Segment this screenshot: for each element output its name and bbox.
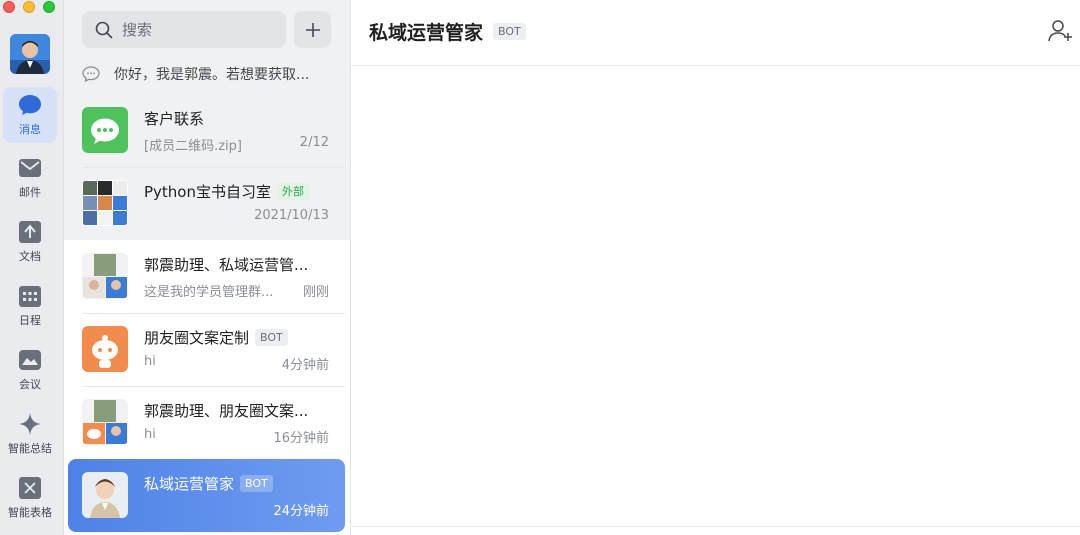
- nav-label: 会议: [19, 378, 41, 391]
- nav-label: 智能总结: [8, 442, 52, 455]
- search-icon: [95, 21, 113, 39]
- conversation-item[interactable]: 客户联系 [成员二维码.zip] 2/12: [68, 94, 345, 168]
- group-avatar: [82, 399, 128, 445]
- group-avatar: [82, 180, 128, 226]
- nav-item-smart-summary[interactable]: 智能总结: [3, 406, 57, 462]
- search-input[interactable]: 搜索: [122, 19, 152, 40]
- bot-avatar: [82, 472, 128, 518]
- conversation-item[interactable]: 郭震助理、私域运营管... 这是我的学员管理群... 刚刚: [68, 240, 345, 314]
- smart-table-icon: [18, 476, 42, 500]
- conversation-item-active[interactable]: 私域运营管家 BOT 24分钟前: [68, 459, 345, 532]
- nav-label: 日程: [19, 314, 41, 327]
- bot-avatar: [82, 326, 128, 372]
- message-icon: [18, 93, 42, 117]
- conversation-item[interactable]: 朋友圈文案定制 BOT hi 4分钟前: [68, 313, 345, 387]
- bot-tag: BOT: [493, 23, 526, 40]
- chat-header: 私域运营管家 BOT: [351, 0, 1080, 66]
- add-button[interactable]: [294, 11, 331, 48]
- meeting-icon: [18, 348, 42, 372]
- nav-label: 消息: [19, 123, 41, 136]
- notice-text: 你好，我是郭震。若想要获取...: [114, 67, 310, 83]
- nav-item-mail[interactable]: 邮件: [3, 150, 57, 206]
- add-person-icon: [1048, 20, 1072, 42]
- group-avatar: [82, 253, 128, 299]
- sparkle-icon: [18, 412, 42, 436]
- mail-icon: [18, 156, 42, 180]
- nav-label: 智能表格: [8, 506, 52, 519]
- nav-item-calendar[interactable]: 日程: [3, 278, 57, 334]
- conversation-name: 客户联系: [144, 110, 205, 128]
- chat-title: 私域运营管家 BOT: [369, 18, 526, 45]
- nav-label: 文档: [19, 250, 41, 263]
- calendar-icon: [18, 284, 42, 308]
- conversation-preview: hi: [144, 354, 156, 369]
- nav-item-meeting[interactable]: 会议: [3, 342, 57, 398]
- nav-label: 邮件: [19, 186, 41, 199]
- notice-bar[interactable]: 你好，我是郭震。若想要获取...: [82, 62, 332, 86]
- nav-item-smart-table[interactable]: 智能表格: [3, 470, 57, 526]
- bot-tag: BOT: [255, 329, 288, 346]
- conversation-time: 4分钟前: [281, 358, 329, 373]
- conversation-name: 朋友圈文案定制 BOT: [144, 327, 288, 348]
- conversation-name: 私域运营管家 BOT: [144, 473, 273, 494]
- conversation-time: 刚刚: [302, 285, 329, 300]
- input-divider: [351, 526, 1080, 527]
- conversation-list: 搜索 你好，我是郭震。若想要获取... 客户联系 [成员二维码.zip] 2/1…: [64, 0, 351, 535]
- conversation-preview: hi: [144, 427, 156, 442]
- window-controls: [3, 1, 55, 13]
- add-member-button[interactable]: [1048, 19, 1074, 43]
- conversation-time: 16分钟前: [273, 431, 329, 446]
- nav-rail: 消息 邮件 文档 日程 会议 智能总结 智能表格: [0, 0, 64, 535]
- chat-bubble-icon: [82, 66, 100, 82]
- nav-item-docs[interactable]: 文档: [3, 214, 57, 270]
- conversation-preview: [成员二维码.zip]: [144, 139, 242, 154]
- maximize-window-button[interactable]: [43, 1, 55, 13]
- conversation-item[interactable]: Python宝书自习室 外部 2021/10/13: [68, 167, 345, 240]
- conversation-preview: 这是我的学员管理群...: [144, 285, 274, 300]
- conversation-name: Python宝书自习室 外部: [144, 181, 309, 202]
- conversation-time: 2/12: [299, 135, 329, 150]
- search-box[interactable]: 搜索: [82, 11, 286, 48]
- conversation-name: 郭震助理、私域运营管...: [144, 256, 309, 274]
- plus-icon: [305, 22, 320, 37]
- document-icon: [18, 220, 42, 244]
- conversation-time: 24分钟前: [273, 504, 329, 519]
- chat-panel: 私域运营管家 BOT: [351, 0, 1080, 535]
- conversation-name: 郭震助理、朋友圈文案...: [144, 402, 309, 420]
- minimize-window-button[interactable]: [23, 1, 35, 13]
- conversation-time: 2021/10/13: [254, 208, 329, 223]
- nav-item-messages[interactable]: 消息: [3, 87, 57, 143]
- wechat-avatar: [82, 107, 128, 153]
- conversation-item[interactable]: 郭震助理、朋友圈文案... hi 16分钟前: [68, 386, 345, 459]
- user-avatar[interactable]: [10, 34, 50, 74]
- bot-tag: BOT: [240, 475, 273, 492]
- close-window-button[interactable]: [3, 1, 15, 13]
- external-tag: 外部: [277, 183, 309, 200]
